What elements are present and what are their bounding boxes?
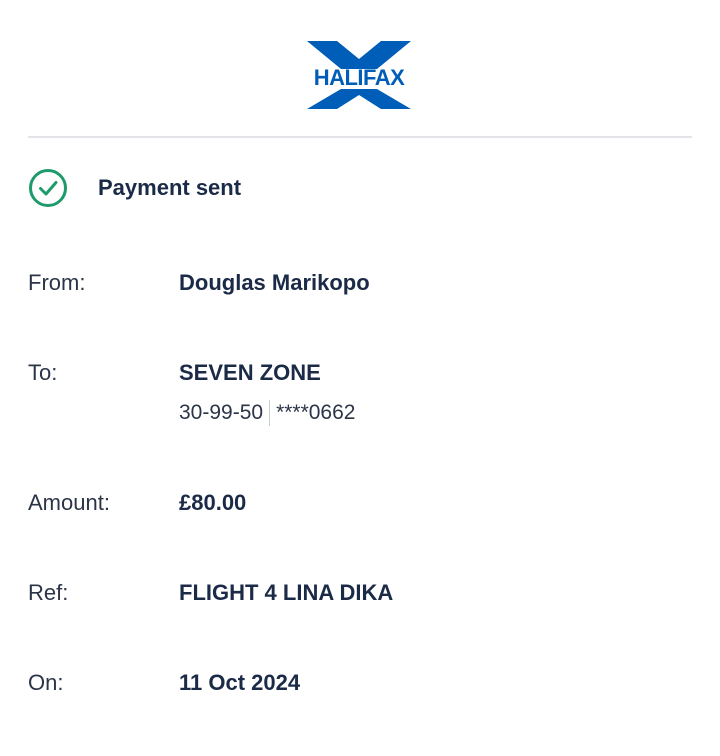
header-divider	[28, 136, 692, 138]
account-separator	[269, 400, 271, 426]
amount-value: £80.00	[179, 490, 247, 515]
to-label: To:	[28, 360, 58, 385]
halifax-x-logo-icon: HALIFAX	[307, 41, 411, 109]
status-banner: Payment sent	[28, 168, 241, 208]
amount-label: Amount:	[28, 490, 110, 515]
from-value: Douglas Marikopo	[179, 270, 370, 295]
status-text: Payment sent	[98, 175, 242, 200]
to-value: SEVEN ZONE	[179, 360, 321, 385]
ref-label: Ref:	[28, 580, 69, 605]
on-value: 11 Oct 2024	[179, 670, 301, 695]
halifax-logo: HALIFAX	[307, 41, 411, 109]
logo-wordmark: HALIFAX	[314, 65, 405, 90]
check-circle-icon	[29, 169, 67, 207]
from-label: From:	[28, 270, 86, 295]
sort-code: 30-99-50	[179, 401, 264, 424]
to-account-details: 30-99-50 ****0662	[179, 400, 355, 426]
account-number: ****0662	[276, 401, 356, 424]
ref-value: FLIGHT 4 LINA DIKA	[179, 580, 394, 605]
on-label: On:	[28, 670, 64, 695]
payment-confirmation: HALIFAX Payment sent From: Douglas Marik…	[0, 0, 720, 756]
